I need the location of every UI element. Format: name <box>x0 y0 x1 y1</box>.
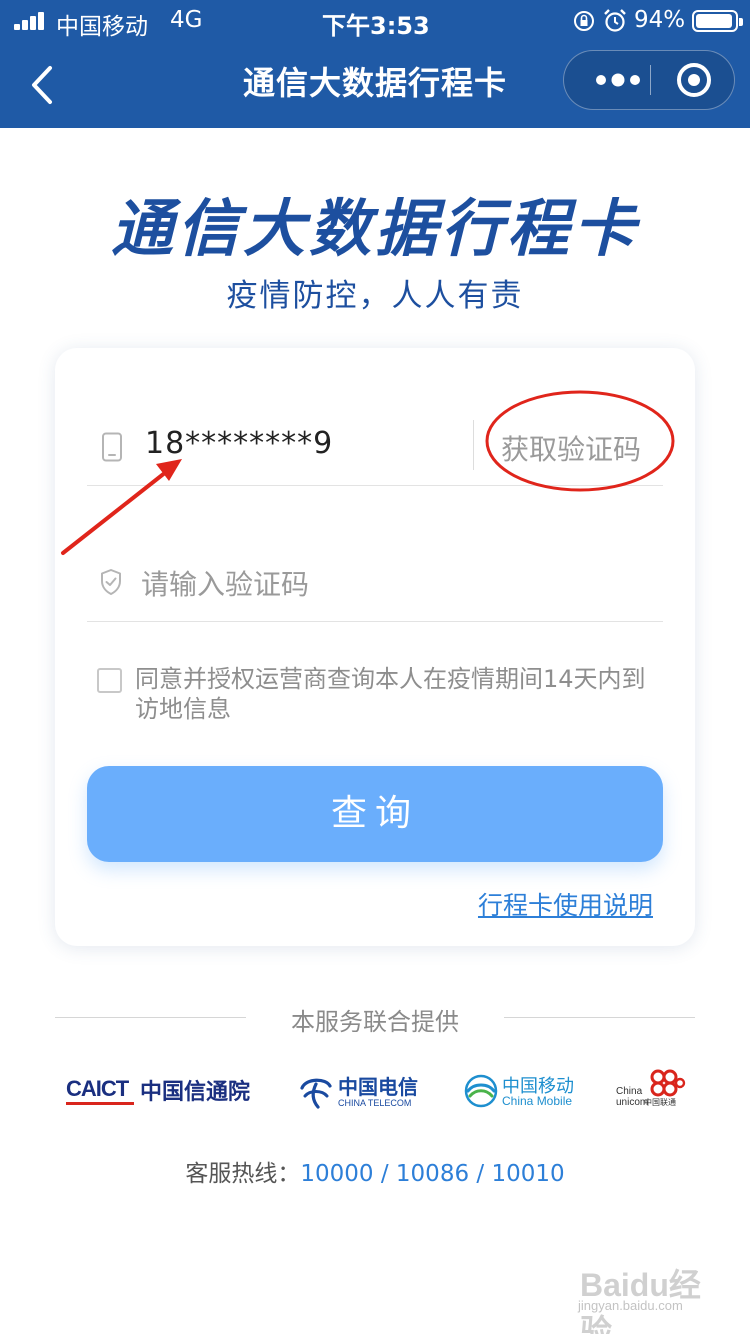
footer-divider-right <box>504 1017 695 1018</box>
status-time: 下午3:53 <box>322 12 430 40</box>
telecom-name: 中国电信 <box>338 1075 418 1099</box>
hotline-numbers[interactable]: 10000 / 10086 / 10010 <box>300 1161 564 1187</box>
china-telecom-logo: 中国电信 CHINA TELECOM <box>298 1068 418 1118</box>
mobile-wave-icon <box>464 1074 498 1108</box>
phone-icon <box>102 432 122 462</box>
target-circle-icon[interactable] <box>666 51 726 109</box>
baidu-watermark: Baidu经验 jingyan.baidu.com <box>574 1250 714 1334</box>
get-code-button[interactable]: 获取验证码 <box>501 428 641 468</box>
provided-by-label: 本服务联合提供 <box>291 1008 459 1036</box>
hero-subtitle: 疫情防控，人人有责 <box>226 278 524 314</box>
telecom-swirl-icon <box>300 1078 332 1109</box>
more-dots-icon[interactable] <box>578 51 648 109</box>
query-button[interactable]: 查询 <box>87 766 663 862</box>
shield-check-icon <box>101 569 121 595</box>
mobile-english: China Mobile <box>502 1094 573 1108</box>
service-hotline: 客服热线：10000 / 10086 / 10010 <box>0 1154 750 1188</box>
signal-icon <box>14 12 48 30</box>
partner-logos: CAICT 中国信通院 中国电信 CHINA TELECOM 中国移动 Chin… <box>0 1068 750 1118</box>
battery-icon <box>692 10 743 32</box>
guide-link[interactable]: 行程卡使用说明 <box>478 886 653 922</box>
phone-field-row: 18********9 获取验证码 <box>87 410 663 486</box>
code-field-row <box>87 548 663 622</box>
carrier-name: 中国移动 <box>56 14 148 40</box>
china-unicom-logo: China unicom 中国联通 <box>616 1068 692 1118</box>
caict-name: 中国信通院 <box>140 1080 251 1105</box>
unicom-english: China unicom <box>616 1086 649 1108</box>
phone-number-field[interactable]: 18********9 <box>145 426 333 461</box>
agree-checkbox[interactable] <box>97 668 122 693</box>
mini-program-capsule <box>563 50 735 110</box>
status-bar: 中国移动 4G 下午3:53 94% <box>0 0 750 40</box>
caict-mark: CAICT <box>66 1076 129 1101</box>
hotline-label: 客服热线： <box>185 1161 301 1187</box>
caict-logo: CAICT 中国信通院 <box>66 1068 250 1118</box>
unicom-knot-icon <box>650 1069 686 1097</box>
hero-title: 通信大数据行程卡 <box>110 192 639 265</box>
login-card: 18********9 获取验证码 同意并授权运营商查询本人在疫情期间14天内到… <box>55 348 695 946</box>
telecom-english: CHINA TELECOM <box>338 1098 412 1108</box>
network-type: 4G <box>170 7 203 33</box>
battery-percent: 94% <box>634 7 686 33</box>
watermark-text: Baidu经验 <box>580 1267 701 1334</box>
watermark-url: jingyan.baidu.com <box>578 1298 683 1313</box>
orientation-lock-icon <box>574 11 594 31</box>
china-mobile-logo: 中国移动 China Mobile <box>464 1068 574 1118</box>
alarm-icon <box>604 9 626 32</box>
app-header: 中国移动 4G 下午3:53 94% 通信大数据行程卡 <box>0 0 750 128</box>
agree-text: 同意并授权运营商查询本人在疫情期间14天内到访地信息 <box>135 665 646 723</box>
capsule-divider <box>650 65 651 95</box>
verification-code-input[interactable] <box>141 562 641 606</box>
field-divider <box>473 420 474 470</box>
unicom-name: 中国联通 <box>644 1098 676 1107</box>
